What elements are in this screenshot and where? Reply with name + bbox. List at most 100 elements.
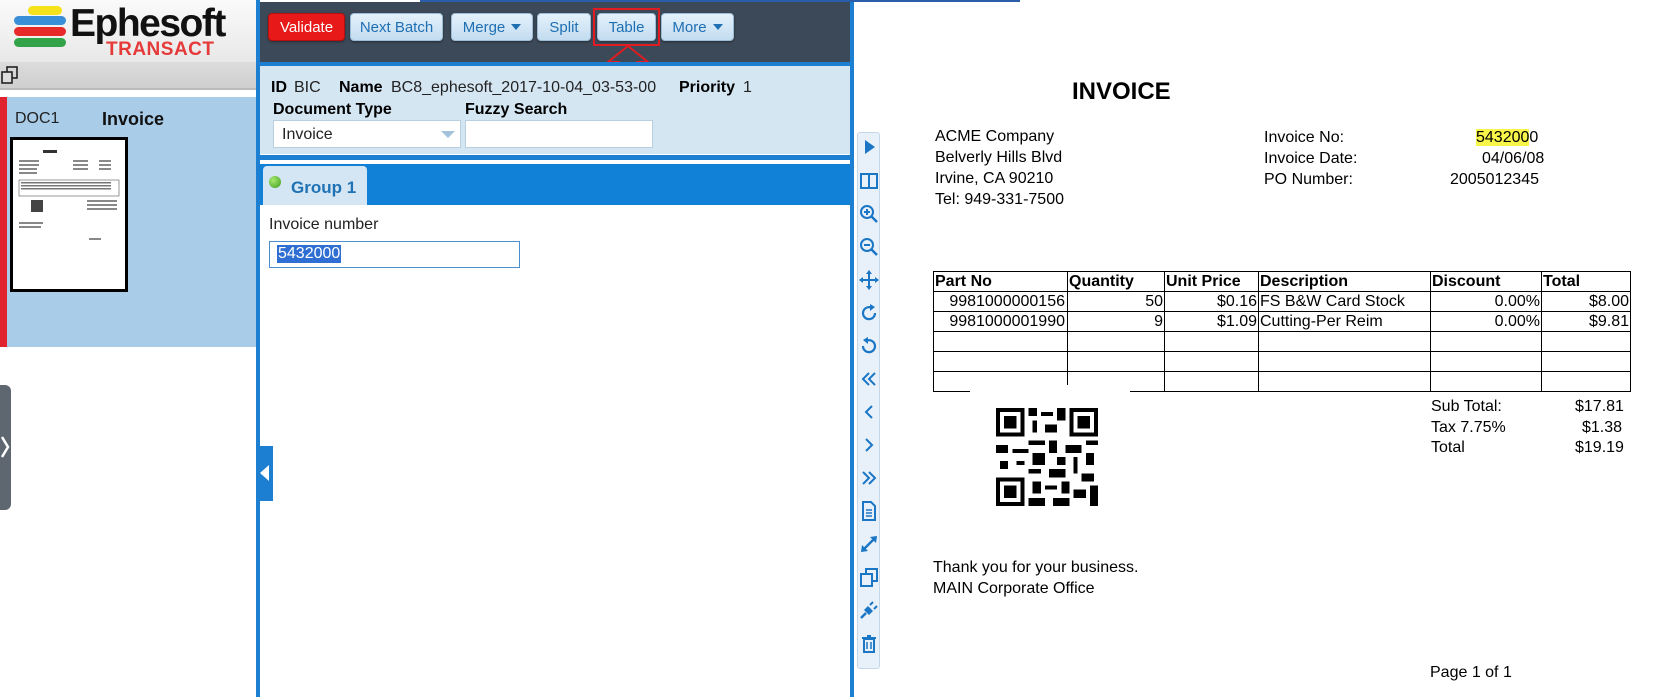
qr-code — [996, 408, 1098, 506]
po-number-value: 2005012345 — [1450, 171, 1539, 188]
column-header: Discount — [1430, 271, 1542, 292]
panel-border — [256, 0, 260, 697]
table-cell: $1.09 — [1164, 311, 1259, 332]
table-cell: 0.00% — [1430, 291, 1542, 312]
plugin-icon[interactable] — [858, 599, 880, 621]
more-label: More — [672, 18, 707, 36]
table-cell: Cutting-Per Reim — [1258, 311, 1431, 332]
last-page-icon[interactable] — [858, 467, 880, 489]
table-cell: 9981000000156 — [933, 291, 1068, 312]
table-cell: $8.00 — [1541, 291, 1631, 312]
table-row — [933, 331, 1631, 352]
zoom-out-icon[interactable] — [858, 236, 880, 258]
next-page-icon[interactable] — [858, 434, 880, 456]
merge-label: Merge — [462, 18, 506, 36]
validate-button[interactable]: Validate — [268, 13, 345, 41]
chevron-down-icon[interactable] — [441, 131, 455, 138]
document-type-field-label: Document Type — [273, 101, 392, 118]
document-type-select[interactable]: Invoice — [273, 120, 461, 148]
total-value: $19.19 — [1575, 439, 1624, 456]
fuzzy-search-input[interactable] — [465, 120, 653, 148]
zoom-in-icon[interactable] — [858, 203, 880, 225]
chevron-down-icon — [511, 24, 522, 30]
column-header: Quantity — [1067, 271, 1165, 292]
copy-icon[interactable] — [858, 566, 880, 588]
delete-icon[interactable] — [858, 633, 880, 655]
subtotal-label: Sub Total: — [1431, 398, 1502, 415]
table-header-row: Part No Quantity Unit Price Description … — [933, 271, 1631, 292]
tax-label: Tax 7.75% — [1431, 419, 1506, 436]
fuzzy-search-label: Fuzzy Search — [465, 101, 568, 118]
table-cell: 9 — [1067, 311, 1165, 332]
column-header: Unit Price — [1164, 271, 1259, 292]
chevron-down-icon — [712, 24, 723, 30]
more-button[interactable]: More — [661, 13, 734, 41]
table-cell: 9981000001990 — [933, 311, 1068, 332]
group-tab-label: Group 1 — [291, 178, 357, 197]
panel-expand-handle[interactable] — [0, 385, 11, 510]
batch-priority-value: 1 — [743, 79, 752, 96]
document-list-toolbar — [0, 62, 258, 90]
invoice-date-label: Invoice Date: — [1264, 150, 1358, 167]
invoice-no-label: Invoice No: — [1264, 129, 1345, 146]
table-cell: FS B&W Card Stock — [1258, 291, 1431, 312]
logo-area: Ephesoft TRANSACT — [0, 0, 258, 62]
viewer-top-border — [420, 0, 1020, 2]
table-cell: $0.16 — [1164, 291, 1259, 312]
invoice-no-tail: 0 — [1529, 129, 1539, 146]
company-address: Belverly Hills Blvd — [935, 149, 1063, 166]
column-header: Description — [1258, 271, 1431, 292]
batch-name-value: BC8_ephesoft_2017-10-04_03-53-00 — [391, 79, 657, 96]
table-cell: 0.00% — [1430, 311, 1542, 332]
invoice-date-value: 04/06/08 — [1482, 150, 1545, 167]
tax-value: $1.38 — [1582, 419, 1623, 436]
play-icon[interactable] — [858, 136, 880, 158]
thank-you-note: Thank you for your business. — [933, 559, 1139, 576]
panel-border — [850, 0, 854, 697]
collapse-left-icon[interactable] — [260, 465, 269, 481]
office-note: MAIN Corporate Office — [933, 580, 1095, 597]
rotate-cw-icon[interactable] — [858, 302, 880, 324]
next-batch-button[interactable]: Next Batch — [350, 13, 443, 41]
document-id: DOC1 — [15, 110, 60, 127]
table-row: 9981000001990 9 $1.09 Cutting-Per Reim 0… — [933, 311, 1631, 332]
table-cell: $9.81 — [1541, 311, 1631, 332]
total-label: Total — [1431, 439, 1465, 456]
fit-icon[interactable] — [858, 533, 880, 555]
document-type-label: Invoice — [102, 109, 165, 129]
column-header: Part No — [933, 271, 1068, 292]
table-cell: 50 — [1067, 291, 1165, 312]
subtotal-value: $17.81 — [1575, 398, 1624, 415]
invoice-number-value: 5432000 — [277, 245, 342, 263]
column-header: Total — [1541, 271, 1631, 292]
batch-id-value: BIC — [294, 79, 321, 96]
invoice-no-highlight: 543200 — [1476, 129, 1530, 146]
merge-button[interactable]: Merge — [451, 13, 533, 41]
company-name: ACME Company — [935, 128, 1055, 145]
page-indicator: Page 1 of 1 — [1430, 664, 1512, 681]
table-row: 9981000000156 50 $0.16 FS B&W Card Stock… — [933, 291, 1631, 312]
document-icon[interactable] — [858, 500, 880, 522]
status-dot-icon — [269, 176, 281, 188]
invoice-no-value: 5432000 — [1476, 129, 1538, 147]
invoice-number-label: Invoice number — [269, 216, 379, 233]
po-number-label: PO Number: — [1264, 171, 1353, 188]
move-icon[interactable] — [858, 269, 880, 291]
company-city: Irvine, CA 90210 — [935, 170, 1054, 187]
batch-priority-label: Priority — [679, 79, 736, 96]
table-row — [933, 351, 1631, 372]
prev-page-icon[interactable] — [858, 401, 880, 423]
rotate-ccw-icon[interactable] — [858, 335, 880, 357]
company-phone: Tel: 949-331-7500 — [935, 191, 1064, 208]
document-thumbnail[interactable] — [10, 137, 128, 292]
batch-id-label: ID — [271, 79, 287, 96]
logo-subtitle: TRANSACT — [106, 39, 215, 60]
first-page-icon[interactable] — [858, 368, 880, 390]
split-view-icon[interactable] — [858, 170, 880, 192]
split-button[interactable]: Split — [537, 13, 591, 41]
field-area — [259, 205, 851, 697]
batch-name-label: Name — [339, 79, 383, 96]
page-fold — [970, 385, 1130, 401]
copy-icon[interactable] — [1, 66, 19, 84]
invoice-title: INVOICE — [1072, 78, 1171, 105]
